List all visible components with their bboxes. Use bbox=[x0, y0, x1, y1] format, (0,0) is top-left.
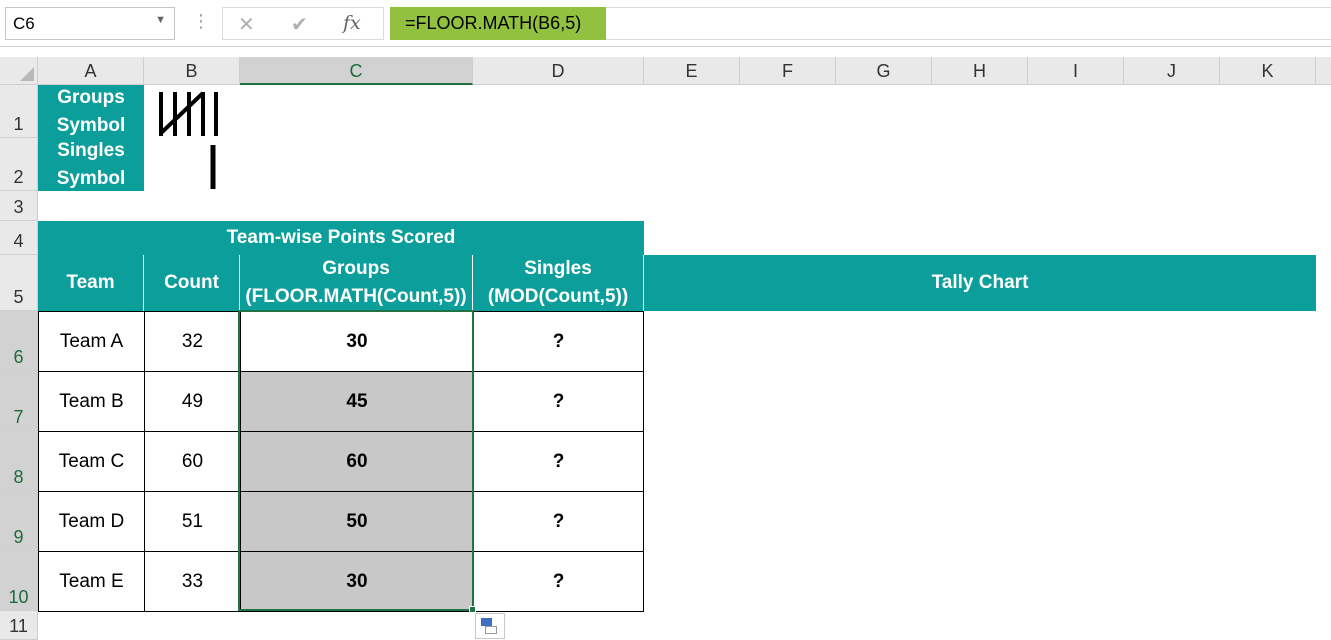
header-groups-line2: (FLOOR.MATH(Count,5)) bbox=[245, 286, 467, 307]
header-tally-chart[interactable]: Tally Chart bbox=[644, 255, 1316, 311]
cell-count[interactable]: 49 bbox=[144, 371, 241, 432]
groups-label-line1: Groups bbox=[57, 86, 125, 108]
cell-singles[interactable]: ? bbox=[473, 491, 644, 552]
cell-count[interactable]: 33 bbox=[144, 551, 241, 612]
row-number: 8 bbox=[13, 467, 24, 487]
cell-team[interactable]: Team E bbox=[38, 551, 145, 612]
cell-singles[interactable]: ? bbox=[473, 371, 644, 432]
cell-team[interactable]: Team B bbox=[38, 371, 145, 432]
row-header-10[interactable]: 10 bbox=[0, 551, 38, 611]
close-icon[interactable]: ✕ bbox=[238, 12, 255, 37]
header-groups-line1: Groups bbox=[322, 258, 390, 279]
worksheet-grid: A B C D E F G H I J K 1 2 3 4 5 6 7 8 9 … bbox=[0, 57, 1331, 640]
formula-input[interactable]: =FLOOR.MATH(B6,5) bbox=[390, 7, 606, 40]
cell-singles[interactable]: ? bbox=[473, 311, 644, 372]
row-header-6[interactable]: 6 bbox=[0, 311, 38, 371]
header-count[interactable]: Count bbox=[144, 255, 240, 311]
check-icon[interactable]: ✔ bbox=[291, 12, 308, 37]
column-header-i[interactable]: I bbox=[1028, 57, 1124, 85]
singles-label-line2: Symbol bbox=[56, 167, 126, 189]
row-number: 4 bbox=[13, 231, 24, 251]
cell-groups[interactable]: 50 bbox=[240, 491, 474, 552]
select-all-button[interactable] bbox=[0, 57, 38, 85]
singles-symbol-label[interactable]: Singles Symbol bbox=[38, 138, 144, 191]
cell-team[interactable]: Team A bbox=[38, 311, 145, 372]
column-header-d[interactable]: D bbox=[473, 57, 644, 85]
tally-single-icon bbox=[210, 145, 216, 189]
row-header-9[interactable]: 9 bbox=[0, 491, 38, 551]
cell-count[interactable]: 51 bbox=[144, 491, 241, 552]
formula-bar-buttons: ✕ ✔ fx bbox=[222, 7, 384, 40]
cell-team[interactable]: Team C bbox=[38, 431, 145, 492]
singles-label-line1: Singles bbox=[57, 139, 125, 161]
row-number: 1 bbox=[13, 114, 24, 134]
row-header-1[interactable]: 1 bbox=[0, 85, 38, 138]
row-number: 7 bbox=[13, 407, 24, 427]
row-header-3[interactable]: 3 bbox=[0, 191, 38, 221]
header-singles-line1: Singles bbox=[524, 258, 592, 279]
header-singles-line2: (MOD(Count,5)) bbox=[487, 286, 629, 307]
formula-text: =FLOOR.MATH(B6,5) bbox=[405, 13, 582, 33]
formula-input-rest[interactable] bbox=[606, 7, 1331, 40]
cell-groups-active[interactable]: 30 bbox=[240, 311, 474, 372]
cell-singles[interactable]: ? bbox=[473, 551, 644, 612]
row-header-2[interactable]: 2 bbox=[0, 138, 38, 191]
row-header-8[interactable]: 8 bbox=[0, 431, 38, 491]
row-number: 3 bbox=[13, 197, 24, 217]
groups-label-line2: Symbol bbox=[56, 114, 126, 136]
name-box-value: C6 bbox=[13, 14, 35, 33]
fx-icon[interactable]: fx bbox=[343, 12, 361, 34]
column-header-e[interactable]: E bbox=[644, 57, 740, 85]
groups-symbol-label[interactable]: Groups Symbol bbox=[38, 85, 144, 138]
column-header-f[interactable]: F bbox=[740, 57, 836, 85]
quick-analysis-icon[interactable] bbox=[475, 613, 505, 639]
column-header-b[interactable]: B bbox=[144, 57, 240, 85]
row-header-4[interactable]: 4 bbox=[0, 221, 38, 255]
header-singles[interactable]: Singles (MOD(Count,5)) bbox=[473, 255, 644, 311]
row-number: 6 bbox=[13, 347, 24, 367]
column-header-a[interactable]: A bbox=[38, 57, 144, 85]
row-header-5[interactable]: 5 bbox=[0, 255, 38, 311]
formula-bar: C6 ▼ ⋮ ✕ ✔ fx =FLOOR.MATH(B6,5) bbox=[0, 0, 1331, 47]
table-title[interactable]: Team-wise Points Scored bbox=[38, 221, 644, 255]
row-number: 11 bbox=[9, 616, 28, 636]
column-header-g[interactable]: G bbox=[836, 57, 932, 85]
row-header-7[interactable]: 7 bbox=[0, 371, 38, 431]
tally-group-icon bbox=[158, 91, 218, 136]
cell-count[interactable]: 32 bbox=[144, 311, 241, 372]
row-number: 2 bbox=[13, 167, 24, 187]
column-header-h[interactable]: H bbox=[932, 57, 1028, 85]
header-groups[interactable]: Groups (FLOOR.MATH(Count,5)) bbox=[240, 255, 473, 311]
column-header-k[interactable]: K bbox=[1220, 57, 1316, 85]
cell-groups[interactable]: 60 bbox=[240, 431, 474, 492]
column-header-overflow bbox=[1316, 57, 1331, 85]
cell-groups[interactable]: 30 bbox=[240, 551, 474, 612]
row-number: 5 bbox=[13, 287, 24, 307]
row-number: 10 bbox=[8, 587, 29, 607]
fill-handle[interactable] bbox=[469, 606, 476, 613]
cell-singles[interactable]: ? bbox=[473, 431, 644, 492]
column-header-c[interactable]: C bbox=[240, 57, 473, 85]
cell-groups[interactable]: 45 bbox=[240, 371, 474, 432]
row-header-11[interactable]: 11 bbox=[0, 611, 38, 640]
column-header-j[interactable]: J bbox=[1124, 57, 1220, 85]
cell-team[interactable]: Team D bbox=[38, 491, 145, 552]
chevron-down-icon[interactable]: ▼ bbox=[155, 14, 166, 26]
header-team[interactable]: Team bbox=[38, 255, 144, 311]
grip-icon[interactable]: ⋮ bbox=[192, 11, 210, 32]
name-box[interactable]: C6 ▼ bbox=[5, 7, 175, 40]
cell-count[interactable]: 60 bbox=[144, 431, 241, 492]
row-number: 9 bbox=[13, 527, 24, 547]
